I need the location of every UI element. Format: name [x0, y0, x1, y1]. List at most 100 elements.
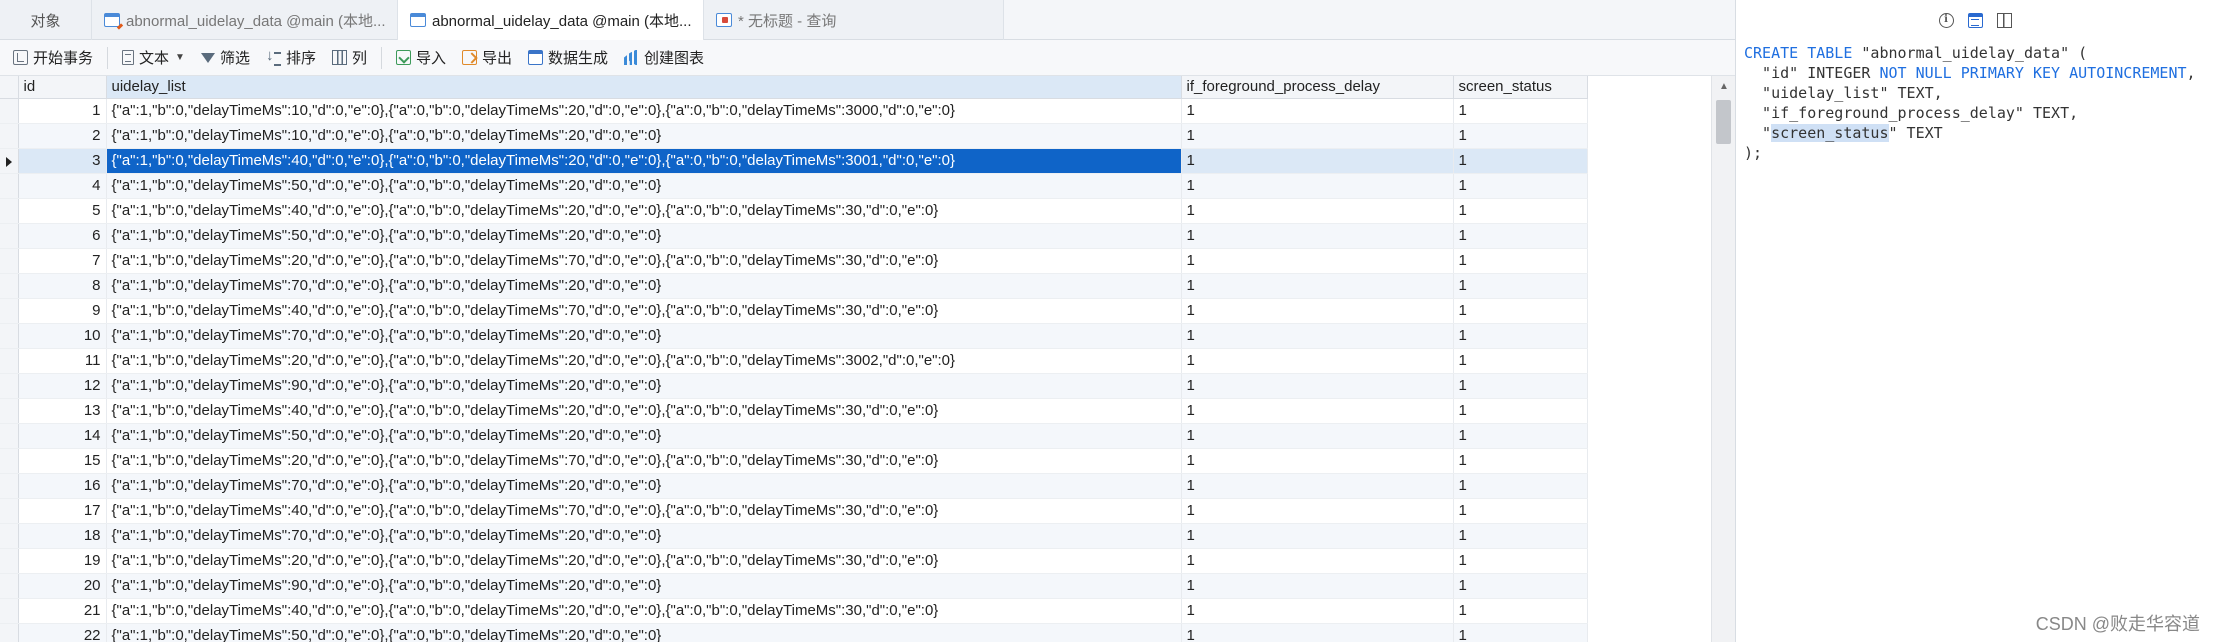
- table-row[interactable]: 5 {"a":1,"b":0,"delayTimeMs":40,"d":0,"e"…: [0, 198, 1711, 224]
- cell-screen-status[interactable]: 1: [1453, 573, 1588, 599]
- cell-if-foreground-process-delay[interactable]: 1: [1181, 423, 1454, 449]
- cell-id[interactable]: 22: [18, 623, 107, 642]
- cell-id[interactable]: 1: [18, 98, 107, 124]
- cell-if-foreground-process-delay[interactable]: 1: [1181, 548, 1454, 574]
- tab-table-data[interactable]: abnormal_uidelay_data @main (本地...: [398, 0, 704, 40]
- column-header-screen-status[interactable]: screen_status: [1453, 76, 1588, 99]
- cell-screen-status[interactable]: 1: [1453, 173, 1588, 199]
- info-icon[interactable]: i: [1938, 12, 1954, 28]
- cell-if-foreground-process-delay[interactable]: 1: [1181, 598, 1454, 624]
- cell-if-foreground-process-delay[interactable]: 1: [1181, 248, 1454, 274]
- row-indicator[interactable]: [0, 298, 19, 324]
- cell-id[interactable]: 18: [18, 523, 107, 549]
- cell-id[interactable]: 11: [18, 348, 107, 374]
- cell-screen-status[interactable]: 1: [1453, 148, 1588, 174]
- cell-if-foreground-process-delay[interactable]: 1: [1181, 573, 1454, 599]
- cell-screen-status[interactable]: 1: [1453, 498, 1588, 524]
- row-indicator[interactable]: [0, 448, 19, 474]
- cell-screen-status[interactable]: 1: [1453, 298, 1588, 324]
- row-indicator[interactable]: [0, 123, 19, 149]
- data-generation-button[interactable]: 数据生成: [521, 44, 615, 72]
- table-row[interactable]: 21 {"a":1,"b":0,"delayTimeMs":40,"d":0,"e…: [0, 598, 1711, 624]
- column-header-id[interactable]: id: [18, 76, 107, 99]
- cell-screen-status[interactable]: 1: [1453, 98, 1588, 124]
- table-row[interactable]: 19 {"a":1,"b":0,"delayTimeMs":20,"d":0,"e…: [0, 548, 1711, 574]
- row-indicator[interactable]: [0, 573, 19, 599]
- tab-table-design[interactable]: abnormal_uidelay_data @main (本地...: [92, 0, 398, 40]
- table-row[interactable]: 9 {"a":1,"b":0,"delayTimeMs":40,"d":0,"e"…: [0, 298, 1711, 324]
- cell-id[interactable]: 3: [18, 148, 107, 174]
- row-indicator[interactable]: [0, 373, 19, 399]
- cell-uidelay-list[interactable]: {"a":1,"b":0,"delayTimeMs":40,"d":0,"e":…: [106, 598, 1182, 624]
- cell-id[interactable]: 21: [18, 598, 107, 624]
- table-row[interactable]: 4 {"a":1,"b":0,"delayTimeMs":50,"d":0,"e"…: [0, 173, 1711, 199]
- cell-if-foreground-process-delay[interactable]: 1: [1181, 273, 1454, 299]
- cell-screen-status[interactable]: 1: [1453, 123, 1588, 149]
- cell-screen-status[interactable]: 1: [1453, 523, 1588, 549]
- row-indicator[interactable]: [0, 348, 19, 374]
- cell-if-foreground-process-delay[interactable]: 1: [1181, 523, 1454, 549]
- cell-uidelay-list[interactable]: {"a":1,"b":0,"delayTimeMs":50,"d":0,"e":…: [106, 173, 1182, 199]
- cell-id[interactable]: 12: [18, 373, 107, 399]
- cell-if-foreground-process-delay[interactable]: 1: [1181, 148, 1454, 174]
- cell-screen-status[interactable]: 1: [1453, 448, 1588, 474]
- cell-screen-status[interactable]: 1: [1453, 598, 1588, 624]
- cell-screen-status[interactable]: 1: [1453, 473, 1588, 499]
- cell-uidelay-list[interactable]: {"a":1,"b":0,"delayTimeMs":50,"d":0,"e":…: [106, 423, 1182, 449]
- cell-uidelay-list[interactable]: {"a":1,"b":0,"delayTimeMs":20,"d":0,"e":…: [106, 548, 1182, 574]
- table-row[interactable]: 7 {"a":1,"b":0,"delayTimeMs":20,"d":0,"e"…: [0, 248, 1711, 274]
- row-indicator[interactable]: [0, 498, 19, 524]
- cell-uidelay-list[interactable]: {"a":1,"b":0,"delayTimeMs":20,"d":0,"e":…: [106, 448, 1182, 474]
- begin-transaction-button[interactable]: 开始事务: [6, 44, 100, 72]
- cell-id[interactable]: 16: [18, 473, 107, 499]
- cell-if-foreground-process-delay[interactable]: 1: [1181, 98, 1454, 124]
- table-row[interactable]: 1 {"a":1,"b":0,"delayTimeMs":10,"d":0,"e"…: [0, 98, 1711, 124]
- cell-if-foreground-process-delay[interactable]: 1: [1181, 223, 1454, 249]
- cell-uidelay-list[interactable]: {"a":1,"b":0,"delayTimeMs":20,"d":0,"e":…: [106, 348, 1182, 374]
- ddl-view-icon[interactable]: [1967, 12, 1983, 28]
- cell-if-foreground-process-delay[interactable]: 1: [1181, 373, 1454, 399]
- cell-uidelay-list[interactable]: {"a":1,"b":0,"delayTimeMs":20,"d":0,"e":…: [106, 248, 1182, 274]
- columns-button[interactable]: 列: [325, 44, 374, 72]
- cell-screen-status[interactable]: 1: [1453, 373, 1588, 399]
- cell-if-foreground-process-delay[interactable]: 1: [1181, 198, 1454, 224]
- cell-uidelay-list[interactable]: {"a":1,"b":0,"delayTimeMs":40,"d":0,"e":…: [106, 298, 1182, 324]
- cell-id[interactable]: 15: [18, 448, 107, 474]
- cell-id[interactable]: 2: [18, 123, 107, 149]
- cell-uidelay-list[interactable]: {"a":1,"b":0,"delayTimeMs":90,"d":0,"e":…: [106, 373, 1182, 399]
- cell-if-foreground-process-delay[interactable]: 1: [1181, 173, 1454, 199]
- ddl-code[interactable]: CREATE TABLE "abnormal_uidelay_data" ( "…: [1736, 40, 2214, 166]
- cell-uidelay-list[interactable]: {"a":1,"b":0,"delayTimeMs":70,"d":0,"e":…: [106, 323, 1182, 349]
- cell-uidelay-list[interactable]: {"a":1,"b":0,"delayTimeMs":40,"d":0,"e":…: [106, 198, 1182, 224]
- cell-id[interactable]: 4: [18, 173, 107, 199]
- cell-id[interactable]: 6: [18, 223, 107, 249]
- row-indicator[interactable]: [0, 598, 19, 624]
- cell-uidelay-list[interactable]: {"a":1,"b":0,"delayTimeMs":70,"d":0,"e":…: [106, 273, 1182, 299]
- cell-uidelay-list[interactable]: {"a":1,"b":0,"delayTimeMs":10,"d":0,"e":…: [106, 123, 1182, 149]
- table-row[interactable]: 16 {"a":1,"b":0,"delayTimeMs":70,"d":0,"e…: [0, 473, 1711, 499]
- cell-uidelay-list[interactable]: {"a":1,"b":0,"delayTimeMs":40,"d":0,"e":…: [106, 148, 1182, 174]
- cell-id[interactable]: 10: [18, 323, 107, 349]
- cell-uidelay-list[interactable]: {"a":1,"b":0,"delayTimeMs":40,"d":0,"e":…: [106, 498, 1182, 524]
- cell-if-foreground-process-delay[interactable]: 1: [1181, 448, 1454, 474]
- cell-screen-status[interactable]: 1: [1453, 423, 1588, 449]
- export-button[interactable]: 导出: [455, 44, 519, 72]
- filter-button[interactable]: 筛选: [194, 44, 257, 72]
- cell-uidelay-list[interactable]: {"a":1,"b":0,"delayTimeMs":50,"d":0,"e":…: [106, 623, 1182, 642]
- table-row[interactable]: 3 {"a":1,"b":0,"delayTimeMs":40,"d":0,"e"…: [0, 148, 1711, 174]
- tab-query[interactable]: * 无标题 - 查询: [704, 0, 1004, 40]
- row-indicator[interactable]: [0, 423, 19, 449]
- row-indicator[interactable]: [0, 173, 19, 199]
- column-header-if-foreground-process-delay[interactable]: if_foreground_process_delay: [1181, 76, 1454, 99]
- cell-id[interactable]: 5: [18, 198, 107, 224]
- table-row[interactable]: 20 {"a":1,"b":0,"delayTimeMs":90,"d":0,"e…: [0, 573, 1711, 599]
- cell-screen-status[interactable]: 1: [1453, 198, 1588, 224]
- cell-uidelay-list[interactable]: {"a":1,"b":0,"delayTimeMs":90,"d":0,"e":…: [106, 573, 1182, 599]
- cell-if-foreground-process-delay[interactable]: 1: [1181, 473, 1454, 499]
- table-row[interactable]: 12 {"a":1,"b":0,"delayTimeMs":90,"d":0,"e…: [0, 373, 1711, 399]
- cell-uidelay-list[interactable]: {"a":1,"b":0,"delayTimeMs":70,"d":0,"e":…: [106, 473, 1182, 499]
- cell-id[interactable]: 14: [18, 423, 107, 449]
- cell-id[interactable]: 8: [18, 273, 107, 299]
- cell-screen-status[interactable]: 1: [1453, 623, 1588, 642]
- table-row[interactable]: 11 {"a":1,"b":0,"delayTimeMs":20,"d":0,"e…: [0, 348, 1711, 374]
